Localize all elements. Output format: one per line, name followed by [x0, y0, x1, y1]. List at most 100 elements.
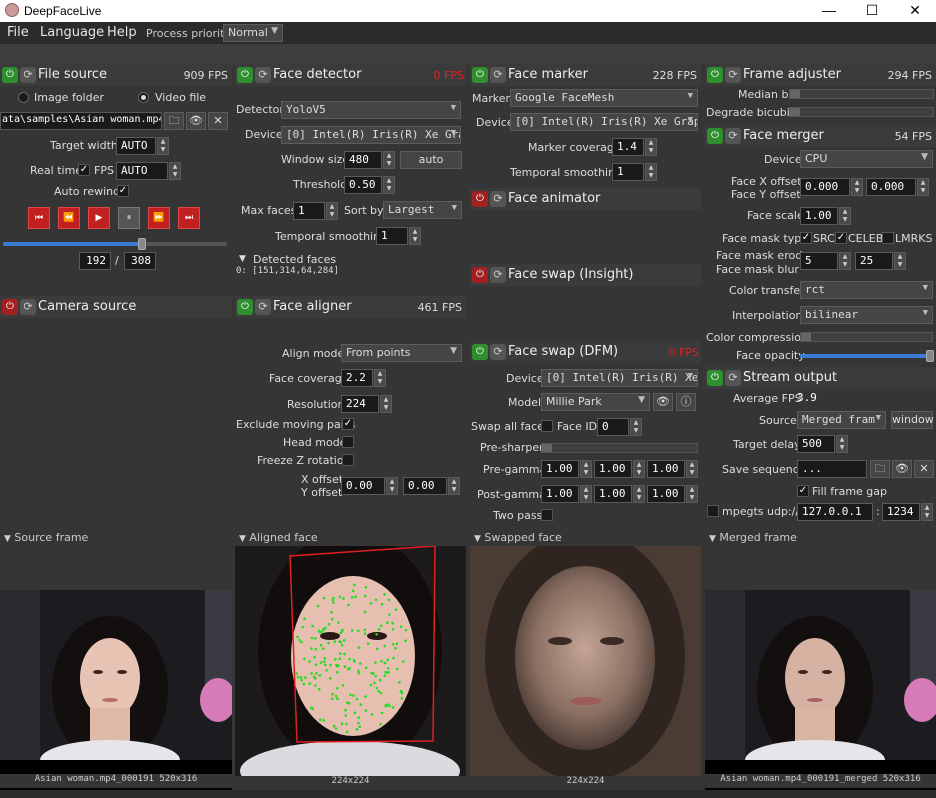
- close-icon[interactable]: ✕: [208, 112, 228, 130]
- device-select[interactable]: CPU ▼: [800, 150, 933, 168]
- spin-icon[interactable]: ▲ ▼: [169, 162, 181, 180]
- median-blur-slider[interactable]: [789, 89, 934, 99]
- real-time-checkbox[interactable]: ✓: [78, 164, 90, 176]
- align-mode-select[interactable]: From points ▼: [341, 344, 462, 362]
- menu-help[interactable]: Help: [107, 25, 137, 40]
- head-mode-checkbox[interactable]: [342, 436, 354, 448]
- settings-icon[interactable]: ⟳: [725, 67, 741, 83]
- auto-rewind-checkbox[interactable]: ✓: [117, 185, 129, 197]
- file-path-input[interactable]: ata\samples\Asian woman.mp4: [0, 112, 162, 130]
- slider-handle[interactable]: [790, 90, 800, 98]
- max-faces-input[interactable]: 1: [293, 202, 325, 220]
- face-y-offset-input[interactable]: 0.000: [866, 178, 916, 196]
- image-folder-radio[interactable]: [18, 92, 29, 103]
- window-button[interactable]: window: [891, 411, 934, 429]
- eye-icon[interactable]: 👁: [186, 112, 206, 130]
- face-opacity-slider[interactable]: [800, 354, 930, 358]
- detector-select[interactable]: YoloV5 ▼: [281, 101, 461, 119]
- color-compression-slider[interactable]: [800, 332, 933, 342]
- spin-icon[interactable]: ▲ ▼: [645, 163, 657, 181]
- settings-icon[interactable]: ⟳: [255, 299, 271, 315]
- device-select[interactable]: [0] Intel(R) Iris(R) Xe ▼: [541, 369, 698, 387]
- spin-icon[interactable]: ▲ ▼: [839, 207, 851, 225]
- settings-icon[interactable]: ⟳: [255, 67, 271, 83]
- mask-lmrks-checkbox[interactable]: [882, 232, 894, 244]
- last-frame-button[interactable]: ⏭: [178, 207, 200, 229]
- seek-slider-handle[interactable]: [137, 238, 146, 250]
- spin-icon[interactable]: ▲ ▼: [917, 178, 929, 196]
- seek-slider[interactable]: [3, 242, 227, 246]
- video-file-radio[interactable]: [138, 92, 149, 103]
- pre-sharpen-slider[interactable]: [541, 443, 698, 453]
- pre-gamma-b-input[interactable]: 1.00: [647, 460, 685, 478]
- spin-icon[interactable]: ▲ ▼: [383, 151, 395, 169]
- process-priority-select[interactable]: Normal ▼: [223, 24, 283, 42]
- device-select[interactable]: [0] Intel(R) Iris(R) Xe Grap ▼: [510, 113, 698, 131]
- spin-icon[interactable]: ▲ ▼: [921, 503, 933, 521]
- settings-icon[interactable]: ⟳: [725, 128, 741, 144]
- spin-icon[interactable]: ▲ ▼: [645, 138, 657, 156]
- folder-icon[interactable]: 🗀: [870, 460, 890, 478]
- collapse-icon[interactable]: ▼: [239, 254, 246, 264]
- mask-celeb-checkbox[interactable]: ✓: [835, 232, 847, 244]
- power-icon[interactable]: ⏻: [237, 67, 253, 83]
- mpegts-checkbox[interactable]: [707, 505, 719, 517]
- device-select[interactable]: [0] Intel(R) Iris(R) Xe Gra ▼: [281, 126, 461, 144]
- pre-gamma-r-input[interactable]: 1.00: [541, 460, 579, 478]
- mask-src-checkbox[interactable]: ✓: [800, 232, 812, 244]
- close-icon[interactable]: ✕: [914, 460, 934, 478]
- menu-file[interactable]: File: [7, 25, 29, 40]
- sort-by-select[interactable]: Largest ▼: [383, 201, 462, 219]
- spin-icon[interactable]: ▲ ▼: [851, 178, 863, 196]
- minimize-button[interactable]: —: [806, 0, 852, 22]
- settings-icon[interactable]: ⟳: [490, 191, 506, 207]
- settings-icon[interactable]: ⟳: [20, 299, 36, 315]
- spin-icon[interactable]: ▲ ▼: [836, 435, 848, 453]
- post-gamma-g-input[interactable]: 1.00: [594, 485, 632, 503]
- power-icon[interactable]: ⏻: [2, 67, 18, 83]
- pre-gamma-g-input[interactable]: 1.00: [594, 460, 632, 478]
- slider-handle[interactable]: [801, 333, 811, 341]
- exclude-moving-parts-checkbox[interactable]: ✓: [342, 418, 354, 430]
- freeze-z-rotation-checkbox[interactable]: [342, 454, 354, 466]
- source-select[interactable]: Merged fram ▼: [797, 411, 886, 429]
- power-icon[interactable]: ⏻: [472, 267, 488, 283]
- menu-language[interactable]: Language: [40, 25, 104, 40]
- two-pass-checkbox[interactable]: [541, 509, 553, 521]
- temporal-smoothing-input[interactable]: 1: [612, 163, 644, 181]
- power-icon[interactable]: ⏻: [472, 191, 488, 207]
- rewind-button[interactable]: ⏪: [58, 207, 80, 229]
- color-transfer-select[interactable]: rct ▼: [800, 281, 933, 299]
- marker-coverage-input[interactable]: 1.4: [612, 138, 644, 156]
- power-icon[interactable]: ⏻: [472, 344, 488, 360]
- post-gamma-b-input[interactable]: 1.00: [647, 485, 685, 503]
- settings-icon[interactable]: ⟳: [490, 344, 506, 360]
- swap-all-faces-checkbox[interactable]: [541, 420, 553, 432]
- eye-icon[interactable]: 👁: [892, 460, 912, 478]
- power-icon[interactable]: ⏻: [237, 299, 253, 315]
- target-width-input[interactable]: AUTO: [116, 137, 156, 155]
- power-icon[interactable]: ⏻: [707, 128, 723, 144]
- collapse-icon[interactable]: ▼: [474, 534, 481, 544]
- auto-button[interactable]: auto: [400, 151, 462, 169]
- degrade-bicubic-slider[interactable]: [789, 107, 934, 117]
- current-frame-input[interactable]: 192: [79, 252, 111, 270]
- info-icon[interactable]: ⓘ: [676, 393, 696, 411]
- collapse-icon[interactable]: ▼: [4, 534, 11, 544]
- settings-icon[interactable]: ⟳: [490, 267, 506, 283]
- spin-icon[interactable]: ▲ ▼: [448, 477, 460, 495]
- marker-select[interactable]: Google FaceMesh ▼: [510, 89, 698, 107]
- mpegts-port-input[interactable]: 1234: [882, 503, 920, 521]
- target-delay-input[interactable]: 500: [797, 435, 835, 453]
- spin-icon[interactable]: ▲ ▼: [374, 369, 386, 387]
- spin-icon[interactable]: ▲ ▼: [409, 227, 421, 245]
- power-icon[interactable]: ⏻: [2, 299, 18, 315]
- spin-icon[interactable]: ▲ ▼: [630, 418, 642, 436]
- close-button[interactable]: ✕: [892, 0, 936, 22]
- x-offset-input[interactable]: 0.00: [341, 477, 385, 495]
- spin-icon[interactable]: ▲ ▼: [686, 460, 698, 478]
- face-mask-blur-input[interactable]: 25: [855, 252, 893, 270]
- fps-input[interactable]: AUTO: [116, 162, 168, 180]
- power-icon[interactable]: ⏻: [707, 67, 723, 83]
- threshold-input[interactable]: 0.50: [344, 176, 382, 194]
